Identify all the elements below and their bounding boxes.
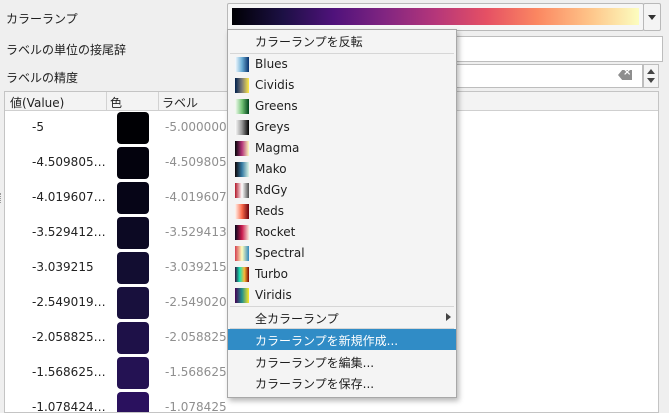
class-color-swatch[interactable] xyxy=(117,182,149,214)
precision-stepper[interactable] xyxy=(643,64,659,88)
menu-item-ramp-cividis[interactable]: Cividis xyxy=(228,75,456,96)
class-color-swatch[interactable] xyxy=(117,322,149,354)
rocket-ramp-icon xyxy=(235,225,249,240)
column-header-color[interactable]: 色 xyxy=(110,94,122,111)
class-color-swatch[interactable] xyxy=(117,357,149,389)
turbo-ramp-icon xyxy=(235,267,249,282)
spin-down-icon[interactable] xyxy=(647,78,655,83)
class-label[interactable]: -1.078425 xyxy=(165,400,227,412)
class-value[interactable]: -2.549019… xyxy=(32,295,106,309)
class-value[interactable]: -5 xyxy=(32,120,44,134)
menu-item-label: カラーランプを新規作成... xyxy=(255,334,399,348)
menu-item-ramp-reds[interactable]: Reds xyxy=(228,201,456,222)
color-ramp-menu: カラーランプを反転 Blues Cividis Greens Greys Magma Ma… xyxy=(227,29,457,398)
menu-item-ramp-magma[interactable]: Magma xyxy=(228,138,456,159)
menu-item-save-ramp[interactable]: カラーランプを保存... xyxy=(228,372,456,393)
menu-item-label: カラーランプを保存... xyxy=(255,377,375,391)
chevron-down-icon xyxy=(648,15,656,20)
class-value[interactable]: -3.039215 xyxy=(32,260,94,274)
label-unit-suffix-label: ラベルの単位の接尾辞 xyxy=(6,43,127,57)
menu-item-label: Cividis xyxy=(255,78,295,92)
class-color-swatch[interactable] xyxy=(117,147,149,179)
reds-ramp-icon xyxy=(235,204,249,219)
class-label[interactable]: -4.019607 xyxy=(165,190,227,204)
class-value[interactable]: -3.529412… xyxy=(32,225,106,239)
menu-item-label: 全カラーランプ xyxy=(255,312,339,326)
class-color-swatch[interactable] xyxy=(117,287,149,319)
menu-item-ramp-mako[interactable]: Mako xyxy=(228,159,456,180)
menu-item-edit-ramp[interactable]: カラーランプを編集... xyxy=(228,351,456,372)
column-header-label[interactable]: ラベル xyxy=(162,94,198,111)
menu-item-label: Blues xyxy=(255,57,288,71)
menu-item-ramp-spectral[interactable]: Spectral xyxy=(228,243,456,264)
class-value[interactable]: -1.078424… xyxy=(32,400,106,412)
menu-item-label: カラーランプを反転 xyxy=(255,35,363,49)
menu-item-label: Greens xyxy=(255,99,298,113)
class-label[interactable]: -2.058825 xyxy=(165,330,227,344)
class-label[interactable]: -1.568625 xyxy=(165,365,227,379)
class-value[interactable]: -2.058825… xyxy=(32,330,106,344)
menu-item-ramp-greys[interactable]: Greys xyxy=(228,117,456,138)
menu-item-label: Rocket xyxy=(255,225,296,239)
rdgy-ramp-icon xyxy=(235,183,249,198)
color-ramp-combo[interactable] xyxy=(227,3,644,31)
menu-item-ramp-rocket[interactable]: Rocket xyxy=(228,222,456,243)
menu-item-label: Reds xyxy=(255,204,285,218)
color-ramp-preview xyxy=(232,8,639,25)
greens-ramp-icon xyxy=(235,99,249,114)
menu-item-ramp-viridis[interactable]: Viridis xyxy=(228,285,456,306)
spin-up-icon[interactable] xyxy=(647,69,655,74)
class-label[interactable]: -3.039215 xyxy=(165,260,227,274)
label-unit-suffix-input[interactable] xyxy=(455,36,663,62)
menu-item-ramp-turbo[interactable]: Turbo xyxy=(228,264,456,285)
mako-ramp-icon xyxy=(235,162,249,177)
class-label[interactable]: -4.509805 xyxy=(165,155,227,169)
class-value[interactable]: -4.509805… xyxy=(32,155,106,169)
menu-item-label: RdGy xyxy=(255,183,288,197)
class-color-swatch[interactable] xyxy=(117,112,149,144)
class-value[interactable]: -4.019607… xyxy=(32,190,106,204)
class-color-swatch[interactable] xyxy=(117,217,149,249)
blues-ramp-icon xyxy=(235,57,249,72)
spectral-ramp-icon xyxy=(235,246,249,261)
class-color-swatch[interactable] xyxy=(117,252,149,284)
menu-item-label: Greys xyxy=(255,120,290,134)
menu-item-ramp-rdgy[interactable]: RdGy xyxy=(228,180,456,201)
class-label[interactable]: -3.529413 xyxy=(165,225,227,239)
menu-item-label: Turbo xyxy=(255,267,289,281)
menu-item-label: Spectral xyxy=(255,246,305,260)
magma-ramp-icon xyxy=(235,141,249,156)
column-divider[interactable] xyxy=(106,92,107,110)
menu-item-label: Mako xyxy=(255,162,287,176)
class-label[interactable]: -2.549020 xyxy=(165,295,227,309)
class-value[interactable]: -1.568625… xyxy=(32,365,106,379)
menu-item-ramp-blues[interactable]: Blues xyxy=(228,54,456,75)
color-ramp-dropdown-button[interactable] xyxy=(643,3,661,31)
label-precision-label: ラベルの精度 xyxy=(6,71,79,85)
menu-item-label: Viridis xyxy=(255,288,292,302)
menu-item-ramp-greens[interactable]: Greens xyxy=(228,96,456,117)
greys-ramp-icon xyxy=(235,120,249,135)
class-label[interactable]: -5.000000 xyxy=(165,120,227,134)
menu-item-invert-ramp[interactable]: カラーランプを反転 xyxy=(228,30,456,51)
menu-item-all-ramps[interactable]: 全カラーランプ xyxy=(228,307,456,328)
menu-item-label: カラーランプを編集... xyxy=(255,356,375,370)
color-ramp-label: カラーランプ xyxy=(6,12,78,26)
chevron-right-icon xyxy=(446,313,451,321)
label-precision-spinbox[interactable] xyxy=(455,64,643,88)
column-divider[interactable] xyxy=(158,92,159,110)
menu-item-new-ramp[interactable]: カラーランプを新規作成... xyxy=(228,329,456,350)
cividis-ramp-icon xyxy=(235,78,249,93)
column-header-value[interactable]: 値(Value) xyxy=(10,94,64,111)
menu-item-label: Magma xyxy=(255,141,300,155)
viridis-ramp-icon xyxy=(235,288,249,303)
